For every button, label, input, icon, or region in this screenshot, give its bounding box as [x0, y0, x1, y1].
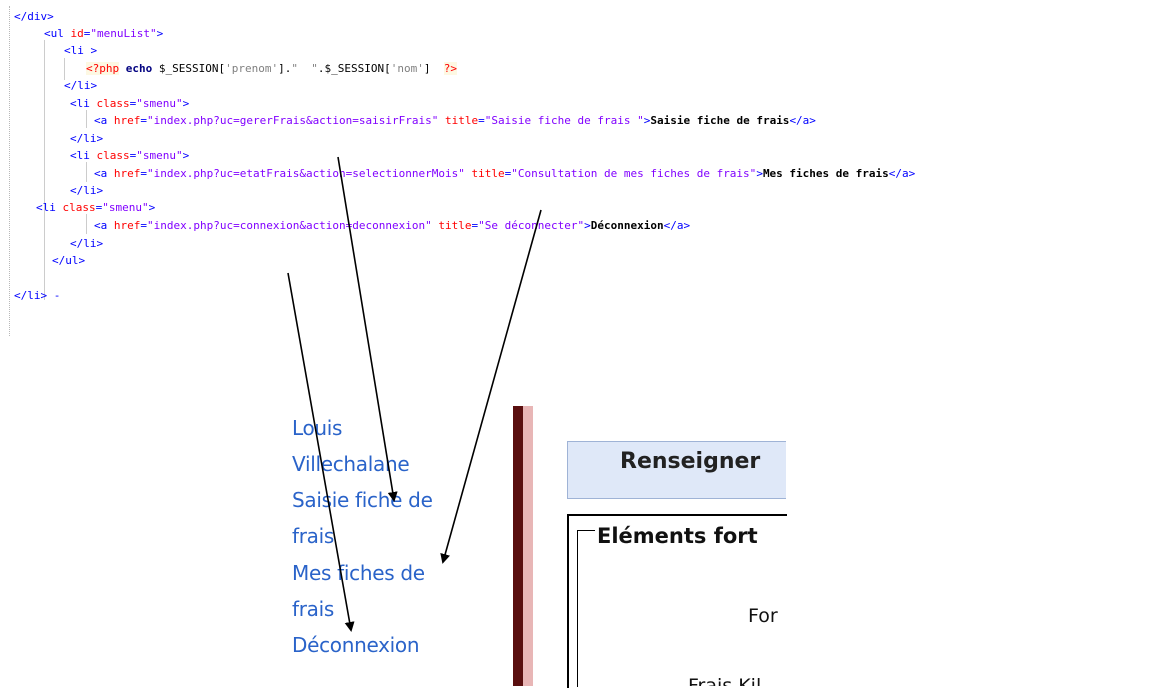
code-token: " " — [291, 62, 318, 75]
code-token: 'nom' — [390, 62, 424, 75]
code-token: title — [445, 114, 479, 127]
code-token: <li — [36, 201, 63, 214]
code-token: ]. — [278, 62, 292, 75]
code-token: href — [113, 219, 141, 232]
label-forfait: For — [748, 605, 778, 627]
code-token: "Se déconnecter" — [478, 219, 585, 232]
code-token: "menuList" — [90, 27, 157, 40]
code-token: = — [140, 114, 147, 127]
code-token: </a> — [663, 219, 691, 232]
code-line: <?php echo $_SESSION['prenom']." ".$_SES… — [86, 61, 457, 77]
menu-link-saisie-line1[interactable]: Saisie fiche de — [292, 482, 433, 518]
code-token: 'prenom' — [225, 62, 279, 75]
code-token: $_SESSION[ — [152, 62, 226, 75]
sidebar-border-dark — [513, 406, 523, 686]
code-line: <li > — [64, 43, 97, 59]
code-token: echo — [125, 62, 153, 75]
indent-guide — [44, 40, 46, 300]
code-line: <a href="index.php?uc=gererFrais&action=… — [94, 113, 816, 129]
code-token: "smenu" — [102, 201, 149, 214]
menu-link-fiches-line1[interactable]: Mes fiches de — [292, 555, 425, 591]
code-line: <li class="smenu"> — [70, 148, 189, 164]
code-token: "Saisie fiche de frais " — [484, 114, 644, 127]
indent-guide — [64, 58, 66, 80]
code-line: </li> — [70, 131, 103, 147]
code-token: </li> — [70, 132, 104, 145]
menu-link-saisie-line2[interactable]: frais — [292, 518, 334, 554]
menu-link-fiches-line2[interactable]: frais — [292, 591, 334, 627]
code-token: <li — [70, 97, 97, 110]
code-token: "index.php?uc=connexion&action=deconnexi… — [147, 219, 432, 232]
code-token: ] — [423, 62, 444, 75]
code-token: Déconnexion — [590, 219, 664, 232]
fold-gutter — [9, 6, 11, 336]
code-token: .$_SESSION[ — [317, 62, 391, 75]
code-line: </li> - — [14, 288, 60, 304]
code-token: </a> — [888, 167, 916, 180]
code-token: title — [438, 219, 472, 232]
code-token: > — [182, 149, 190, 162]
code-line: <a href="index.php?uc=connexion&action=d… — [94, 218, 690, 234]
code-editor: </div> <ul id="menuList"> <li > <?php echo … — [0, 0, 1173, 345]
code-token: > — [148, 201, 156, 214]
code-token: href — [113, 167, 141, 180]
code-token: > — [584, 219, 591, 232]
code-line: <a href="index.php?uc=etatFrais&action=s… — [94, 166, 915, 182]
indent-guide — [86, 162, 88, 182]
code-token: > — [756, 167, 763, 180]
code-token: class — [96, 149, 130, 162]
code-line: </li> — [70, 236, 103, 252]
menu-user-last-name: Villechalane — [292, 452, 410, 476]
code-token: <a — [94, 114, 114, 127]
code-token: Saisie fiche de frais — [650, 114, 790, 127]
code-token: </li> — [64, 79, 98, 92]
code-token: "index.php?uc=gererFrais&action=saisirFr… — [147, 114, 439, 127]
code-token: <?php — [86, 62, 120, 75]
code-token: = — [478, 114, 485, 127]
code-token: > — [182, 97, 190, 110]
code-token: "Consultation de mes fiches de frais" — [511, 167, 757, 180]
code-token: </li> — [70, 237, 104, 250]
sidebar-border-light — [523, 406, 533, 686]
indent-guide — [86, 214, 88, 234]
code-token: </div> — [14, 10, 54, 23]
code-token: </li> - — [14, 289, 61, 302]
code-token: id — [70, 27, 84, 40]
label-frais-kilometriques: Frais Kil — [688, 675, 762, 686]
code-line: </li> — [64, 78, 97, 94]
code-token: class — [96, 97, 130, 110]
fieldset-legend: Eléments fort — [595, 520, 787, 552]
code-line: </ul> — [52, 253, 85, 269]
code-token: Mes fiches de frais — [762, 167, 889, 180]
code-token: "index.php?uc=etatFrais&action=selection… — [147, 167, 465, 180]
code-token: </a> — [789, 114, 816, 127]
code-token: > — [156, 27, 164, 40]
code-token: </ul> — [52, 254, 86, 267]
code-token: "smenu" — [136, 97, 183, 110]
code-token: ?> — [443, 62, 457, 75]
code-token: = — [140, 219, 147, 232]
code-token: <a — [94, 219, 114, 232]
code-token: <li > — [64, 44, 98, 57]
code-line: <ul id="menuList"> — [44, 26, 163, 42]
code-line: </li> — [70, 183, 103, 199]
menu-user-first-name: Louis — [292, 416, 343, 440]
code-token: <ul — [44, 27, 71, 40]
code-token: "smenu" — [136, 149, 183, 162]
code-line: <li class="smenu"> — [36, 200, 155, 216]
code-line: </div> — [14, 9, 54, 25]
code-token: </li> — [70, 184, 104, 197]
page-title: Renseigner — [620, 449, 761, 474]
menu-link-deconnexion[interactable]: Déconnexion — [292, 627, 420, 663]
code-token: class — [62, 201, 96, 214]
code-token: title — [471, 167, 505, 180]
code-line: <li class="smenu"> — [70, 96, 189, 112]
code-token: <li — [70, 149, 97, 162]
code-token: href — [113, 114, 141, 127]
indent-guide — [86, 110, 88, 128]
code-token: <a — [94, 167, 114, 180]
code-token: = — [140, 167, 147, 180]
